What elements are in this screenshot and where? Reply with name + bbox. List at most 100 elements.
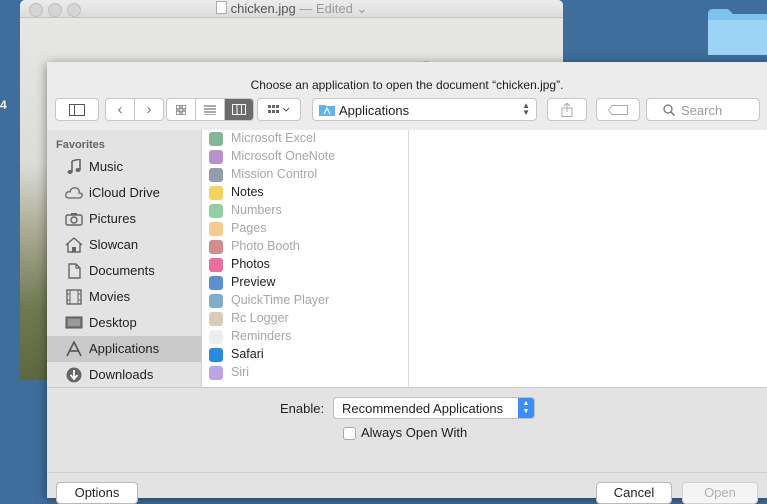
arrange-icon bbox=[268, 104, 290, 113]
share-button[interactable] bbox=[547, 98, 587, 121]
sheet-prompt: Choose an application to open the docume… bbox=[250, 78, 564, 92]
sidebar-item-label: Downloads bbox=[89, 367, 154, 382]
sidebar-item-icloud-drive[interactable]: iCloud Drive bbox=[47, 180, 201, 206]
sidebar-item-pictures[interactable]: Pictures bbox=[47, 206, 201, 232]
photo-booth-icon bbox=[209, 240, 223, 254]
sidebar-item-desktop[interactable]: Desktop bbox=[47, 310, 201, 336]
view-mode-control bbox=[166, 98, 254, 121]
sidebar-item-label: iCloud Drive bbox=[89, 185, 160, 200]
cloud-icon bbox=[65, 187, 83, 199]
sidebar-item-movies[interactable]: Movies bbox=[47, 284, 201, 310]
download-icon bbox=[66, 367, 82, 383]
app-item-photos[interactable]: Photos bbox=[202, 256, 408, 274]
column-view-button[interactable] bbox=[225, 99, 253, 120]
app-item-label: Microsoft OneNote bbox=[231, 149, 336, 163]
sidebar-item-label: Applications bbox=[89, 341, 160, 356]
camera-icon bbox=[65, 213, 83, 226]
applications-folder-icon bbox=[319, 105, 335, 116]
home-icon bbox=[65, 237, 83, 253]
app-item-photo-booth[interactable]: Photo Booth bbox=[202, 238, 408, 256]
app-item-label: Pages bbox=[231, 221, 267, 235]
sidebar-item-documents[interactable]: Documents bbox=[47, 258, 201, 284]
app-item-microsoft-onenote[interactable]: Microsoft OneNote bbox=[202, 148, 408, 166]
app-item-numbers[interactable]: Numbers bbox=[202, 202, 408, 220]
app-item-preview[interactable]: Preview bbox=[202, 274, 408, 292]
reminders-icon bbox=[209, 330, 223, 344]
app-item-label: Numbers bbox=[231, 203, 282, 217]
arrange-button[interactable] bbox=[257, 98, 301, 121]
grid-icon bbox=[176, 104, 186, 115]
music-icon bbox=[67, 159, 81, 174]
sheet-footer: Options Cancel Open bbox=[47, 472, 767, 504]
desktop-folder-icon[interactable] bbox=[708, 8, 767, 55]
open-with-sheet: Choose an application to open the docume… bbox=[47, 62, 767, 504]
sidebar-item-downloads[interactable]: Downloads bbox=[47, 362, 201, 388]
icon-view-button[interactable] bbox=[167, 99, 196, 120]
applications-column: Microsoft Excel Microsoft OneNote Mission … bbox=[202, 130, 409, 387]
sidebar: Favorites Music iCloud Drive Pictures Sl… bbox=[47, 130, 202, 387]
window-title: chicken.jpg — Edited ⌄ bbox=[20, 1, 563, 17]
always-open-label[interactable]: Always Open With bbox=[361, 425, 467, 440]
numbers-icon bbox=[209, 204, 223, 218]
app-item-safari[interactable]: Safari bbox=[202, 346, 408, 364]
enable-popup[interactable]: Recommended Applications ▲ ▼ bbox=[333, 397, 535, 419]
cancel-button[interactable]: Cancel bbox=[596, 482, 672, 504]
sidebar-icon bbox=[69, 103, 85, 116]
back-forward-control: ‹ › bbox=[105, 98, 164, 121]
app-item-label: Preview bbox=[231, 275, 276, 289]
app-item-mission-control[interactable]: Mission Control bbox=[202, 166, 408, 184]
sidebar-item-music[interactable]: Music bbox=[47, 154, 201, 180]
app-item-reminders[interactable]: Reminders bbox=[202, 328, 408, 346]
location-popup[interactable]: Applications ▲ ▼ bbox=[312, 98, 537, 121]
app-item-label: Siri bbox=[231, 365, 250, 379]
forward-button[interactable]: › bbox=[135, 99, 163, 120]
app-item-label: Photos bbox=[231, 257, 270, 271]
app-item-rc-logger[interactable]: Rc Logger bbox=[202, 310, 408, 328]
pages-icon bbox=[209, 222, 223, 236]
app-item-siri[interactable]: Siri bbox=[202, 364, 408, 382]
back-button[interactable]: ‹ bbox=[106, 99, 135, 120]
enable-label: Enable: bbox=[280, 401, 325, 416]
app-item-quicktime-player[interactable]: QuickTime Player bbox=[202, 292, 408, 310]
siri-icon bbox=[209, 366, 223, 380]
app-item-label: Photo Booth bbox=[231, 239, 300, 253]
sidebar-item-label: Movies bbox=[89, 289, 131, 304]
preview-column bbox=[409, 130, 767, 387]
sidebar-header: Favorites bbox=[56, 139, 105, 151]
options-button[interactable]: Options bbox=[56, 482, 138, 504]
applications-icon bbox=[66, 341, 82, 357]
film-icon bbox=[66, 289, 82, 305]
preview-icon bbox=[209, 276, 223, 290]
app-item-microsoft-excel[interactable]: Microsoft Excel bbox=[202, 130, 408, 148]
microsoft-excel-icon bbox=[209, 132, 223, 146]
search-icon bbox=[663, 104, 675, 116]
always-open-checkbox[interactable] bbox=[343, 427, 356, 440]
sidebar-item-applications[interactable]: Applications bbox=[47, 336, 201, 362]
sidebar-item-label: Music bbox=[89, 159, 123, 174]
sidebar-toggle-button[interactable] bbox=[55, 98, 99, 121]
updown-chevron-icon: ▲ ▼ bbox=[522, 101, 530, 117]
list-view-button[interactable] bbox=[196, 99, 225, 120]
sidebar-item-label: Desktop bbox=[89, 315, 137, 330]
app-item-label: Reminders bbox=[231, 329, 292, 343]
search-field[interactable]: Search bbox=[646, 98, 760, 121]
document-icon bbox=[68, 263, 81, 279]
app-item-label: Mission Control bbox=[231, 167, 318, 181]
sidebar-item-label: Pictures bbox=[89, 211, 136, 226]
search-placeholder: Search bbox=[681, 103, 723, 118]
open-button[interactable]: Open bbox=[682, 482, 758, 504]
app-item-pages[interactable]: Pages bbox=[202, 220, 408, 238]
app-item-notes[interactable]: Notes bbox=[202, 184, 408, 202]
location-label: Applications bbox=[339, 103, 410, 118]
document-icon bbox=[215, 1, 227, 14]
app-item-label: Notes bbox=[231, 185, 264, 199]
background-window-titlebar: chicken.jpg — Edited ⌄ bbox=[20, 0, 563, 18]
sidebar-item-label: Slowcan bbox=[89, 237, 139, 252]
sidebar-item-slowcan[interactable]: Slowcan bbox=[47, 232, 201, 258]
tag-button[interactable] bbox=[596, 98, 640, 121]
app-item-label: Rc Logger bbox=[231, 311, 289, 325]
enable-value: Recommended Applications bbox=[342, 401, 504, 416]
notes-icon bbox=[209, 186, 223, 200]
tag-icon bbox=[608, 104, 628, 115]
app-item-label: QuickTime Player bbox=[231, 293, 330, 307]
